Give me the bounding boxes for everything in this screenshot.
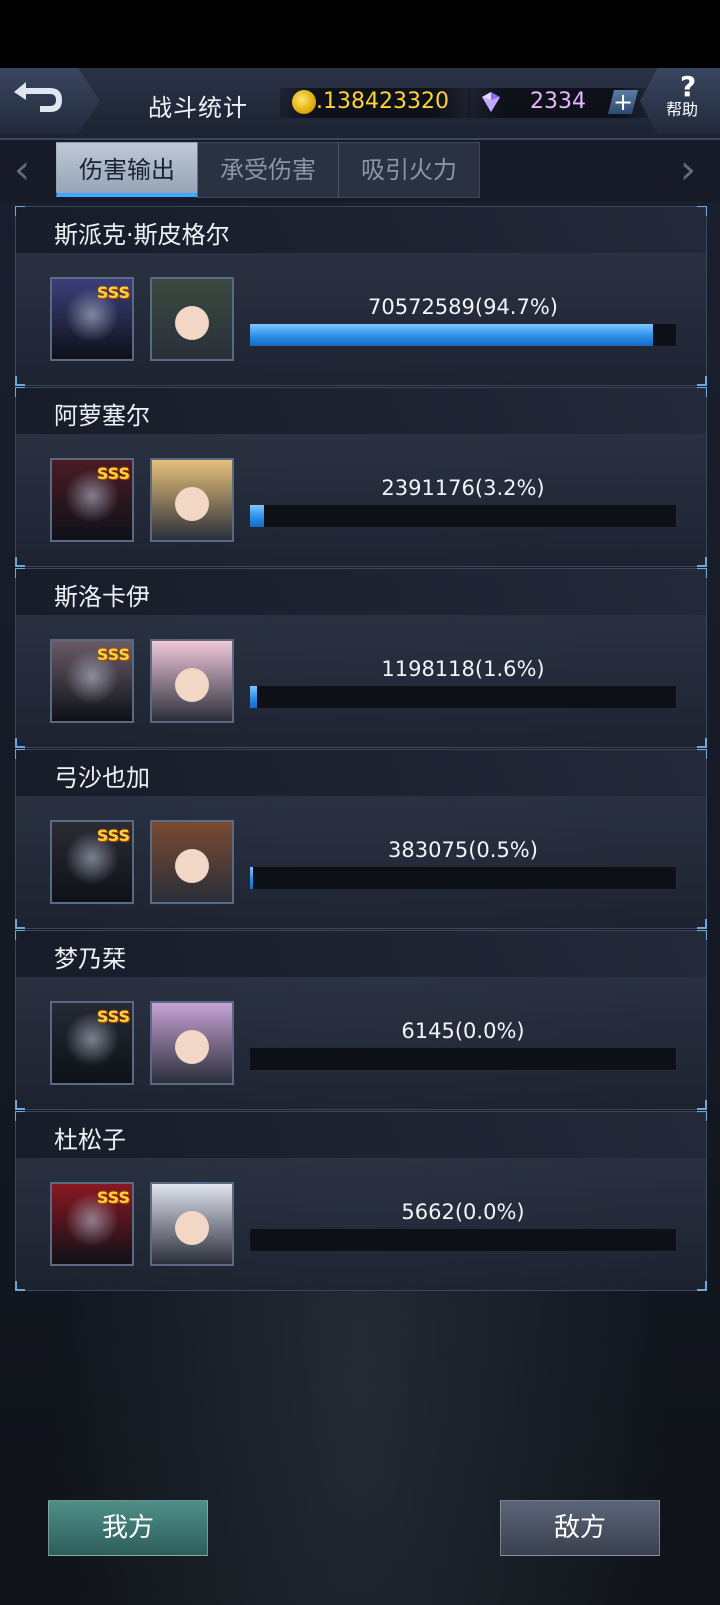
- damage-bar: [249, 1047, 677, 1071]
- tab-prev-arrow-icon[interactable]: ‹: [14, 150, 42, 190]
- damage-bar-fill: [250, 867, 253, 889]
- mech-portrait[interactable]: SSS: [50, 277, 134, 361]
- back-button[interactable]: [0, 68, 100, 134]
- damage-bar: [249, 866, 677, 890]
- pilot-portrait[interactable]: [150, 1001, 234, 1085]
- pilot-name: 杜松子: [54, 1126, 126, 1154]
- rank-badge: SSS: [96, 645, 130, 664]
- rank-badge: SSS: [96, 1188, 130, 1207]
- tab-damage-output[interactable]: 伤害输出: [56, 142, 198, 197]
- frame-corner: [15, 738, 25, 748]
- damage-value: 1198118(1.6%): [381, 657, 545, 681]
- frame-corner: [15, 1100, 25, 1110]
- mech-portrait[interactable]: SSS: [50, 639, 134, 723]
- tab-damage-taken[interactable]: 承受伤害: [197, 142, 339, 198]
- stats-row: 阿萝塞尔 SSS 2391176(3.2%): [15, 387, 707, 567]
- rank-badge: SSS: [96, 283, 130, 302]
- pilot-name: 梦乃栞: [54, 945, 126, 973]
- pilot-portrait[interactable]: [150, 820, 234, 904]
- pilot-portrait[interactable]: [150, 458, 234, 542]
- damage-bar-fill: [250, 505, 264, 527]
- stats-row: 弓沙也加 SSS 383075(0.5%): [15, 749, 707, 929]
- damage-bar: [249, 685, 677, 709]
- enemy-side-button[interactable]: 敌方: [500, 1500, 660, 1556]
- damage-bar-fill: [250, 686, 257, 708]
- mech-portrait[interactable]: SSS: [50, 820, 134, 904]
- top-bar: 战斗统计 .138423320 2334 + ? 帮助: [0, 68, 720, 140]
- damage-bar-fill: [250, 324, 654, 346]
- pilot-name: 斯洛卡伊: [54, 583, 150, 611]
- pilot-name: 弓沙也加: [54, 764, 150, 792]
- pilot-portrait[interactable]: [150, 277, 234, 361]
- tab-bar: ‹ 伤害输出 承受伤害 吸引火力 ›: [0, 140, 720, 202]
- page-title: 战斗统计: [148, 94, 248, 122]
- gem-amount: 2334: [530, 89, 586, 114]
- row-header: 弓沙也加: [16, 750, 706, 796]
- my-side-button[interactable]: 我方: [48, 1500, 208, 1556]
- stats-row: 杜松子 SSS 5662(0.0%): [15, 1111, 707, 1291]
- mech-portrait[interactable]: SSS: [50, 1182, 134, 1266]
- battle-stats-screen: 战斗统计 .138423320 2334 + ? 帮助 ‹ 伤害输出 承受伤害 …: [0, 68, 720, 1605]
- stats-row: 斯洛卡伊 SSS 1198118(1.6%): [15, 568, 707, 748]
- rank-badge: SSS: [96, 826, 130, 845]
- row-header: 斯派克·斯皮格尔: [16, 207, 706, 253]
- help-button[interactable]: ? 帮助: [640, 68, 720, 134]
- damage-value: 2391176(3.2%): [381, 476, 545, 500]
- frame-corner: [697, 1281, 707, 1291]
- row-header: 梦乃栞: [16, 931, 706, 977]
- back-arrow-icon: [14, 82, 62, 112]
- rank-badge: SSS: [96, 464, 130, 483]
- stats-row: 斯派克·斯皮格尔 SSS 70572589(94.7%): [15, 206, 707, 386]
- damage-bar: [249, 504, 677, 528]
- frame-corner: [697, 1100, 707, 1110]
- frame-corner: [15, 1281, 25, 1291]
- mech-portrait[interactable]: SSS: [50, 1001, 134, 1085]
- add-gems-button[interactable]: +: [608, 90, 638, 114]
- coin-amount: .138423320: [316, 89, 449, 114]
- help-label: 帮助: [666, 100, 699, 119]
- rank-badge: SSS: [96, 1007, 130, 1026]
- tab-next-arrow-icon[interactable]: ›: [680, 150, 708, 190]
- row-header: 杜松子: [16, 1112, 706, 1158]
- row-header: 阿萝塞尔: [16, 388, 706, 434]
- gem-icon: [482, 92, 500, 112]
- tab-draw-fire[interactable]: 吸引火力: [338, 142, 480, 198]
- damage-bar: [249, 1228, 677, 1252]
- frame-corner: [15, 557, 25, 567]
- gem-counter: 2334 +: [468, 88, 648, 118]
- damage-bar: [249, 323, 677, 347]
- pilot-portrait[interactable]: [150, 639, 234, 723]
- frame-corner: [697, 376, 707, 386]
- frame-corner: [697, 919, 707, 929]
- pilot-portrait[interactable]: [150, 1182, 234, 1266]
- damage-value: 6145(0.0%): [401, 1019, 525, 1043]
- frame-corner: [15, 376, 25, 386]
- coin-counter: .138423320: [280, 88, 470, 118]
- coin-icon: [292, 90, 316, 114]
- frame-corner: [15, 919, 25, 929]
- stats-row: 梦乃栞 SSS 6145(0.0%): [15, 930, 707, 1110]
- damage-value: 5662(0.0%): [401, 1200, 525, 1224]
- row-header: 斯洛卡伊: [16, 569, 706, 615]
- pilot-name: 阿萝塞尔: [54, 402, 150, 430]
- frame-corner: [697, 738, 707, 748]
- frame-corner: [697, 557, 707, 567]
- pilot-name: 斯派克·斯皮格尔: [54, 221, 230, 249]
- damage-value: 383075(0.5%): [388, 838, 538, 862]
- damage-value: 70572589(94.7%): [368, 295, 558, 319]
- mech-portrait[interactable]: SSS: [50, 458, 134, 542]
